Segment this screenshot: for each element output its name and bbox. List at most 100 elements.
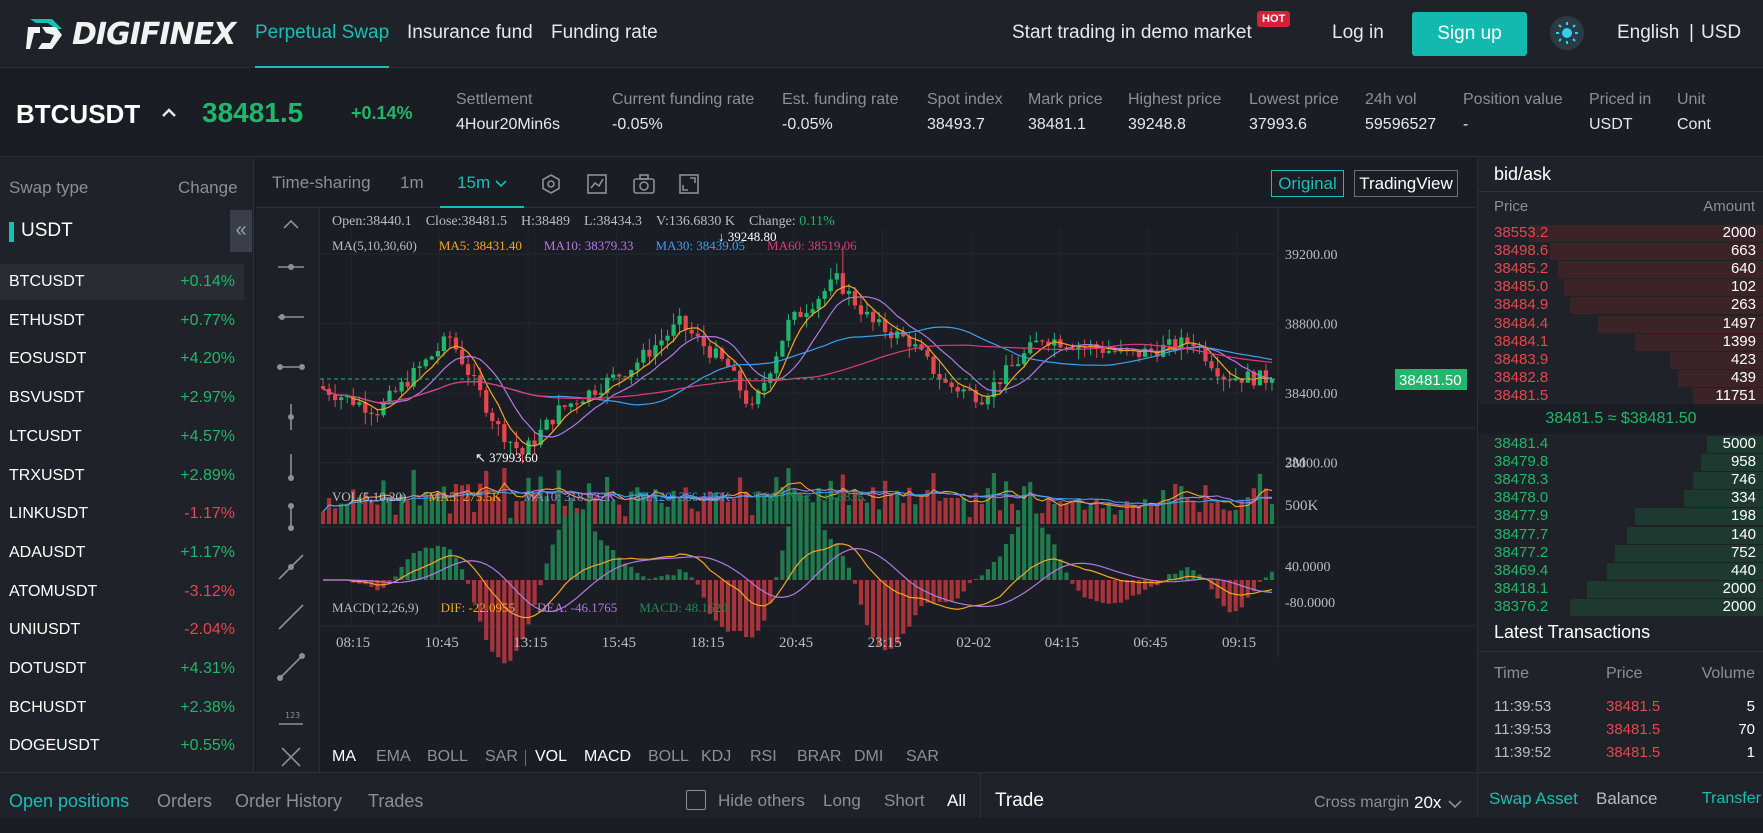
ask-row[interactable]: 38484.11399 [1478,333,1763,351]
language-selector[interactable]: English [1617,0,1679,68]
volume-bar [1064,504,1068,524]
swap-list-item[interactable]: LTCUSDT+4.57% [0,419,244,455]
ask-row[interactable]: 38482.8439 [1478,369,1763,387]
ask-row[interactable]: 38485.0102 [1478,278,1763,296]
sub-indicator-sar[interactable]: SAR [906,742,939,772]
transfer-link[interactable]: Transfer [1702,773,1761,818]
bid-row[interactable]: 38376.22000 [1478,598,1763,616]
swap-list-item[interactable]: DOGEUSDT+0.55% [0,728,244,764]
trend-ray-tool-icon[interactable] [276,552,306,582]
fullscreen-icon[interactable] [678,173,700,195]
chevron-down-icon[interactable] [1448,800,1462,809]
trend-segment-tool-icon[interactable] [276,652,306,682]
ask-row[interactable]: 38553.22000 [1478,224,1763,242]
tab-trades[interactable]: Trades [368,773,423,818]
price-label-tool-icon[interactable]: 123 [276,702,306,732]
swap-change: +2.89% [180,467,235,485]
ask-row[interactable]: 38485.2640 [1478,260,1763,278]
signup-button[interactable]: Sign up [1412,12,1527,56]
currency-selector[interactable]: USD [1701,0,1741,68]
ob-price: 38553.2 [1494,224,1548,242]
tab-orders[interactable]: Orders [157,773,212,818]
tools-collapse-icon[interactable] [276,210,306,240]
swap-list-item[interactable]: BTCUSDT+0.14% [0,264,244,300]
bid-row[interactable]: 38481.45000 [1478,435,1763,453]
swap-asset-tab[interactable]: Swap Asset [1489,773,1578,818]
chevron-up-icon[interactable] [161,105,177,123]
swap-list-item[interactable]: EOSUSDT+4.20% [0,341,244,377]
vertical-segment-tool-icon[interactable] [276,502,306,532]
bid-row[interactable]: 38478.3746 [1478,471,1763,489]
clear-drawings-icon[interactable] [276,742,306,772]
swap-list-item[interactable]: BCHUSDT+2.38% [0,690,244,726]
logo[interactable]: DIGIFINEX [26,14,235,54]
swap-list-item[interactable]: LINKUSDT-1.17% [0,496,244,532]
collapse-panel-button[interactable]: « [230,210,252,252]
filter-short[interactable]: Short [884,773,925,818]
swap-list-item[interactable]: DOTUSDT+4.31% [0,651,244,687]
sub-indicator-dmi[interactable]: DMI [854,742,883,772]
nav-funding-rate[interactable]: Funding rate [551,0,658,68]
bid-row[interactable]: 38418.12000 [1478,580,1763,598]
symbol-title[interactable]: BTCUSDT [16,99,140,130]
filter-long[interactable]: Long [823,773,861,818]
swap-list-item[interactable]: ETHUSDT+0.77% [0,303,244,339]
swap-list-item[interactable]: BSVUSDT+2.97% [0,380,244,416]
horizontal-ray-tool-icon[interactable] [276,252,306,282]
nav-insurance-fund[interactable]: Insurance fund [407,0,533,68]
tab-open-positions[interactable]: Open positions [9,773,129,818]
tradingview-button[interactable]: TradingView [1354,170,1458,197]
bid-row[interactable]: 38469.4440 [1478,562,1763,580]
tab-order-history[interactable]: Order History [235,773,342,818]
macd-bar [1010,534,1014,580]
indicator-hexagon-icon[interactable] [540,173,562,195]
segment-tool-icon[interactable] [276,352,306,382]
camera-icon[interactable] [632,173,656,195]
bid-row[interactable]: 38477.9198 [1478,507,1763,525]
original-chart-button[interactable]: Original [1271,170,1344,197]
volume-bar [1222,509,1226,524]
sub-indicator-brar[interactable]: BRAR [797,742,841,772]
sub-indicator-vol[interactable]: VOL [535,742,567,772]
interval-1m-tab[interactable]: 1m [400,158,424,208]
leverage-selector[interactable]: 20x [1414,773,1441,818]
ask-row[interactable]: 38498.6663 [1478,242,1763,260]
bid-row[interactable]: 38478.0334 [1478,489,1763,507]
login-link[interactable]: Log in [1332,0,1384,68]
bid-row[interactable]: 38477.7140 [1478,526,1763,544]
ask-row[interactable]: 38481.511751 [1478,387,1763,405]
swap-list-item[interactable]: ADAUSDT+1.17% [0,535,244,571]
group-usdt-tab[interactable]: USDT [21,220,73,242]
sub-indicator-boll[interactable]: BOLL [648,742,689,772]
nav-perpetual-swap[interactable]: Perpetual Swap [255,0,389,68]
hide-others-checkbox[interactable] [686,790,706,810]
trend-line-tool-icon[interactable] [276,602,306,632]
theme-toggle-icon[interactable] [1550,16,1584,50]
vertical-line-tool-icon[interactable] [276,402,306,432]
bid-row[interactable]: 38477.2752 [1478,544,1763,562]
main-indicator-boll[interactable]: BOLL [427,742,468,772]
main-indicator-sar[interactable]: SAR [485,742,518,772]
sub-indicator-macd[interactable]: MACD [584,742,631,772]
demo-market-link[interactable]: Start trading in demo market [1012,0,1252,68]
timesharing-tab[interactable]: Time-sharing [272,158,371,208]
vertical-ray-tool-icon[interactable] [276,452,306,482]
cross-margin-selector[interactable]: Cross margin [1314,773,1409,818]
swap-list-item[interactable]: ATOMUSDT-3.12% [0,574,244,610]
main-indicator-ema[interactable]: EMA [376,742,411,772]
balance-tab[interactable]: Balance [1596,773,1657,818]
ask-row[interactable]: 38484.41497 [1478,315,1763,333]
filter-all[interactable]: All [947,773,966,818]
bid-row[interactable]: 38479.8958 [1478,453,1763,471]
main-indicator-ma[interactable]: MA [332,742,356,772]
sub-indicator-rsi[interactable]: RSI [750,742,777,772]
ask-row[interactable]: 38484.9263 [1478,296,1763,314]
ask-row[interactable]: 38483.9423 [1478,351,1763,369]
interval-15m-label: 15m [457,173,490,192]
chart-type-icon[interactable] [586,173,608,195]
swap-list-item[interactable]: UNIUSDT-2.04% [0,612,244,648]
sub-indicator-kdj[interactable]: KDJ [701,742,731,772]
swap-list-item[interactable]: TRXUSDT+2.89% [0,458,244,494]
interval-15m-tab[interactable]: 15m [440,158,524,208]
horizontal-line-tool-icon[interactable] [276,302,306,332]
